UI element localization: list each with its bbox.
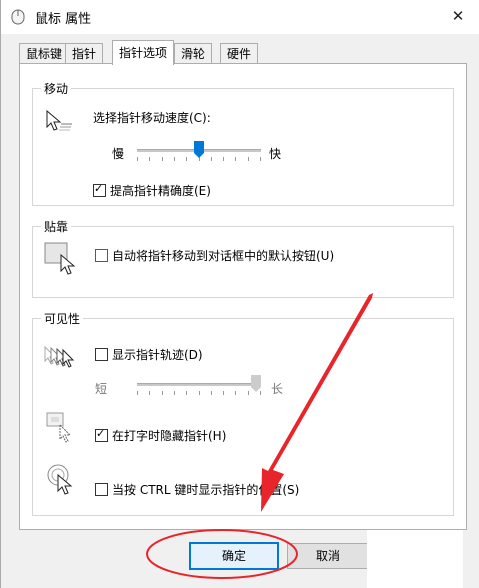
- annotation-overlay: [146, 293, 373, 579]
- pointer-arrow: [261, 293, 373, 512]
- highlight-ellipse: [146, 529, 298, 579]
